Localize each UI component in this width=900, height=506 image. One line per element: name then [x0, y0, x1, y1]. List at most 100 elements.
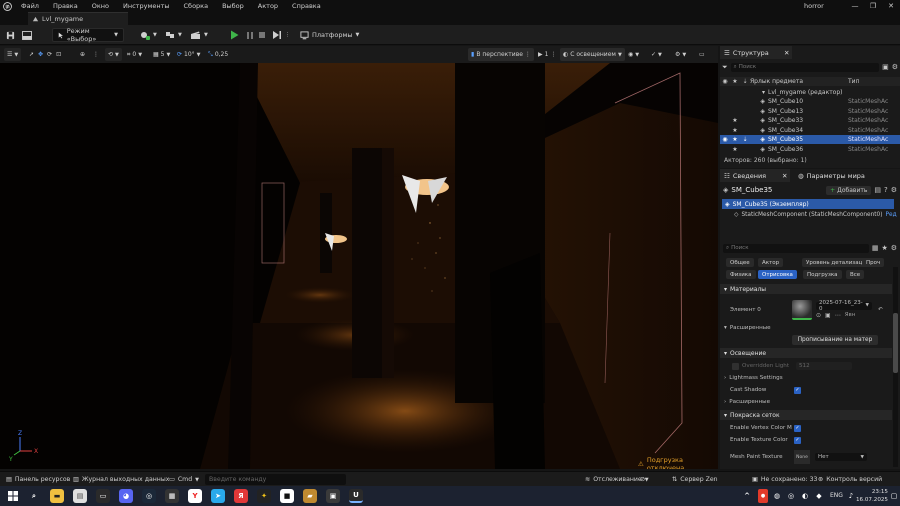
minimize-button[interactable]: —	[846, 0, 864, 12]
favorite-icon[interactable]: ★	[730, 127, 740, 134]
level-viewport[interactable]: Z X Y ⚠ Подгрузка отключена	[0, 63, 718, 469]
menu-actor[interactable]: Актор	[251, 2, 285, 10]
visibility-icon[interactable]: ◉	[720, 136, 730, 143]
filter-icon[interactable]: ⏷	[722, 63, 728, 72]
filter-tab[interactable]: Физика	[726, 270, 756, 279]
favorite-icon[interactable]: ★	[730, 146, 740, 153]
outliner-row[interactable]: ★ ◈ SM_Cube36 StaticMeshAc	[720, 145, 900, 154]
details-tab[interactable]: ☷ Сведения ✕	[720, 169, 790, 182]
select-tool-icon[interactable]: ➚	[29, 51, 34, 58]
search-icon[interactable]: ⌕	[27, 489, 41, 503]
grid-view-icon[interactable]: ▦	[872, 244, 879, 252]
filter-tab[interactable]: Подгрузка	[803, 270, 842, 279]
menu-window[interactable]: Окно	[85, 2, 116, 10]
scale-tool-icon[interactable]: ⊡	[56, 51, 61, 58]
overridden-light-value[interactable]: 512	[796, 362, 852, 370]
menu-help[interactable]: Справка	[285, 2, 328, 10]
close-icon[interactable]: ✕	[782, 172, 787, 180]
realtime-toggle[interactable]: ✓ ▼	[648, 48, 665, 61]
snap-rotation-toggle[interactable]: ⟲ ▼	[105, 48, 122, 61]
outliner-row[interactable]: ◈ SM_Cube10 StaticMeshAc	[720, 97, 900, 106]
output-log-button[interactable]: ▥ Журнал выходных данных	[73, 474, 169, 485]
more-icon[interactable]: ⋯	[835, 312, 841, 319]
filter-tab[interactable]: Проч	[862, 258, 885, 267]
blueprint-icon[interactable]: ▤	[874, 186, 881, 194]
tray-icon-3[interactable]: ◐	[800, 489, 810, 503]
add-component-button[interactable]: + Добавить	[826, 185, 872, 195]
outliner-row[interactable]: ◈ SM_Cube13 StaticMeshAc	[720, 107, 900, 116]
details-scrollbar[interactable]	[893, 267, 898, 467]
rotate-tool-icon[interactable]: ⟳	[47, 51, 52, 58]
favorite-icon[interactable]: ★	[730, 117, 740, 124]
outliner-tab[interactable]: ☰ Структура ✕	[720, 46, 792, 59]
lighting-advanced-row[interactable]: › Расширенные	[720, 397, 892, 407]
filter-tab[interactable]: Отрисовка	[758, 270, 797, 279]
lightmass-row[interactable]: › Lightmass Settings	[720, 373, 892, 383]
show-flags-button[interactable]: ◉ ▼	[625, 48, 642, 61]
epic-games-icon[interactable]: ■	[280, 489, 294, 503]
mesh-paint-section[interactable]: ▾ Покраска сеток	[720, 410, 892, 420]
material-dropdown[interactable]: 2025-07-16_23-0 ▼	[816, 300, 872, 312]
help-icon[interactable]: ?	[884, 186, 888, 194]
tray-app-icon[interactable]: ●	[758, 489, 768, 503]
filter-tab[interactable]: Актор	[758, 258, 784, 267]
gear-icon[interactable]: ⚙	[892, 63, 898, 71]
tray-icon-4[interactable]: ◆	[814, 489, 824, 503]
lighting-mode-button[interactable]: ◐ С освещением ▼	[560, 48, 625, 61]
view-mode-button[interactable]: ▮ В перспективе ⋮	[468, 48, 534, 61]
folder-app-icon[interactable]: ▰	[303, 489, 317, 503]
telegram-icon[interactable]: ➤	[211, 489, 225, 503]
details-search-input[interactable]: ⌕ Поиск	[723, 243, 869, 253]
filter-tab[interactable]: Общее	[726, 258, 754, 267]
app-icon[interactable]: ▦	[165, 489, 179, 503]
overridden-light-checkbox[interactable]	[732, 362, 739, 370]
file-explorer-icon[interactable]: ▬	[50, 489, 64, 503]
close-window-button[interactable]: ✕	[882, 0, 900, 12]
content-browser-button[interactable]: ▤ Панель ресурсов	[6, 474, 70, 485]
lighting-section[interactable]: ▾ Освещение	[720, 348, 892, 358]
gear-icon[interactable]: ⚙	[891, 244, 897, 252]
outliner-world-row[interactable]: ▾ Lvl_mygame (редактор)	[720, 88, 900, 97]
snap-grid[interactable]: ▦ 5 ▼	[150, 48, 173, 61]
app-icon-2[interactable]: ▣	[326, 489, 340, 503]
camera-speed-button[interactable]: ▶ 1 ⋮	[535, 48, 559, 61]
unsaved-button[interactable]: ▣ Не сохранено: 33	[752, 474, 817, 485]
maximize-button[interactable]: ❐	[864, 0, 882, 12]
notification-icon[interactable]: ▢	[889, 489, 899, 503]
unreal-editor-taskbar-icon[interactable]: U	[349, 489, 363, 503]
component-row[interactable]: ◇ StaticMeshComponent (StaticMeshCompone…	[734, 210, 900, 220]
unreal-logo-icon[interactable]	[0, 0, 14, 12]
surface-snap-icon[interactable]: ⋮	[90, 48, 102, 61]
play-button[interactable]	[230, 28, 239, 42]
cmd-button[interactable]: ▭ Cmd ▼	[169, 474, 199, 485]
material-thumbnail[interactable]	[792, 300, 812, 320]
blueprints-button[interactable]: ▼	[165, 28, 182, 42]
snap-translate[interactable]: ⌗ 0 ▼	[124, 48, 145, 61]
notepad-icon[interactable]: ▤	[73, 489, 87, 503]
mesh-paint-dropdown[interactable]: Нет ▼	[815, 453, 867, 461]
clock[interactable]: 23:15 16.07.2025	[848, 488, 888, 504]
cinematics-button[interactable]: ▼	[190, 28, 208, 42]
outliner-row[interactable]: ★ ◈ SM_Cube34 StaticMeshAc	[720, 126, 900, 135]
level-tab[interactable]: Lvl_mygame	[28, 12, 128, 25]
stop-button[interactable]	[258, 28, 266, 42]
tray-icon-2[interactable]: ◎	[786, 489, 796, 503]
tray-icon-1[interactable]: ◍	[772, 489, 782, 503]
browse-icon[interactable]: ⊙	[816, 312, 821, 319]
derived-data-icon[interactable]: ⊘	[640, 474, 645, 485]
yandex-browser-icon[interactable]: Y	[188, 489, 202, 503]
source-control-button[interactable]: ⊛ Контроль версий	[818, 474, 882, 485]
play-options-button[interactable]: ⋮	[272, 28, 290, 42]
language-indicator[interactable]: ENG	[830, 492, 843, 499]
mesh-paint-thumbnail[interactable]: None	[794, 450, 810, 464]
favorite-icon[interactable]: ★	[730, 136, 740, 143]
column-type-header[interactable]: Тип	[848, 78, 860, 85]
material-bake-button[interactable]: Прописывание на матер	[792, 335, 878, 345]
terminal-icon[interactable]: ▭	[96, 489, 110, 503]
close-icon[interactable]: ✕	[784, 49, 789, 57]
viewport-settings-button[interactable]: ⚙ ▼	[672, 48, 689, 61]
outliner-row[interactable]: ★ ◈ SM_Cube33 StaticMeshAc	[720, 116, 900, 125]
menu-select[interactable]: Выбор	[215, 2, 251, 10]
menu-build[interactable]: Сборка	[177, 2, 216, 10]
discord-icon[interactable]: ◕	[119, 489, 133, 503]
